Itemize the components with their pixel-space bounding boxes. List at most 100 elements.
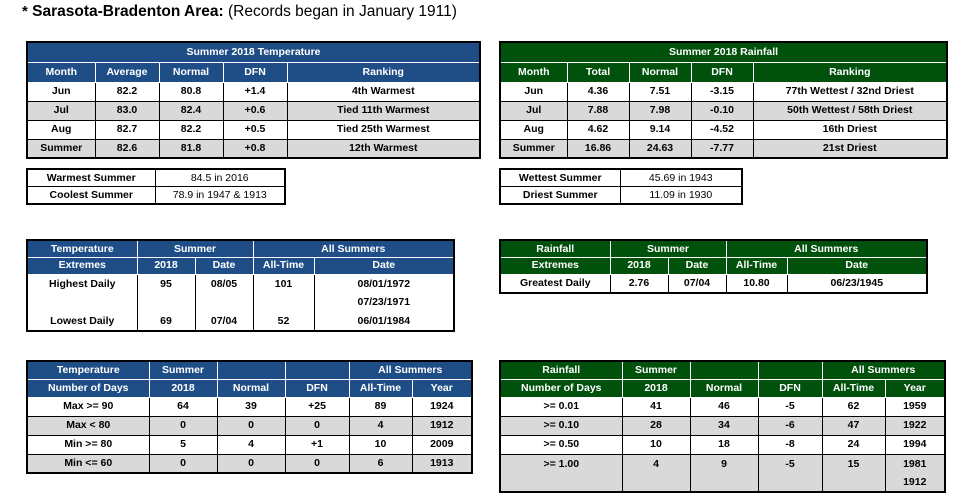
cell-normal: 34 [689, 415, 759, 436]
table-row: >= 1.00 4 9 -5 15 1981 [499, 453, 946, 473]
location-name: Sarasota-Bradenton Area: [32, 3, 224, 20]
cell-2018: 28 [621, 415, 691, 436]
cell-month: Summer [499, 138, 568, 159]
table-row: Jul 83.0 82.4 +0.6 Tied 11th Warmest [26, 100, 481, 121]
cell-date: 07/04 [194, 312, 254, 332]
col-header-alltime-date: Date [786, 256, 928, 274]
cell-ranking: 12th Warmest [286, 138, 481, 159]
cell-alltime: 4 [348, 415, 413, 436]
cell-threshold: >= 0.10 [499, 415, 623, 436]
cell-threshold: >= 1.00 [499, 453, 623, 473]
warmest-summer-label: Warmest Summer [26, 168, 156, 187]
weather-summary-page: * Sarasota-Bradenton Area: (Records bega… [0, 0, 969, 502]
cell-dfn: +1.4 [222, 81, 288, 102]
extremes-corner-line2: Extremes [27, 256, 138, 274]
cell-alltime: 89 [348, 396, 413, 417]
cell-alltime: 10.80 [725, 273, 788, 294]
cell-ranking: 4th Warmest [286, 81, 481, 102]
cell-date [194, 293, 254, 312]
cell-extreme-label [26, 293, 138, 312]
cell-threshold: Max < 80 [26, 415, 150, 436]
col-header-normal: Normal [158, 61, 224, 82]
cell-year: 1994 [884, 434, 946, 455]
cell-ranking: 21st Driest [752, 138, 948, 159]
table-row: Min >= 80 5 4 +1 10 2009 [26, 434, 473, 455]
cell-alltime [252, 293, 315, 312]
cell-extreme-label: Lowest Daily [26, 312, 138, 332]
group-header-all-summers: All Summers [252, 240, 455, 258]
rainfall-summary-title: Summer 2018 Rainfall [500, 42, 948, 63]
days-corner-line2: Number of Days [500, 378, 623, 397]
cell-dfn: +25 [284, 396, 350, 417]
bullet-star: * [22, 3, 28, 20]
cell-threshold: >= 0.50 [499, 434, 623, 455]
days-corner-line1: Temperature [27, 361, 150, 380]
cell-2018: 69 [136, 312, 196, 332]
extremes-corner-line1: Rainfall [500, 240, 611, 258]
cell-average: 82.6 [94, 138, 160, 159]
cell-normal: 18 [689, 434, 759, 455]
col-header-dfn: DFN [284, 378, 350, 397]
cell-extreme-label: Highest Daily [26, 273, 138, 293]
cell-dfn: -5 [757, 396, 823, 417]
table-row: Jun 4.36 7.51 -3.15 77th Wettest / 32nd … [499, 81, 948, 102]
cell-normal: 9 [689, 453, 759, 473]
cell-month: Summer [26, 138, 96, 159]
col-header-date: Date [667, 256, 727, 274]
col-header-year: Year [884, 378, 946, 397]
list-item: Wettest Summer 45.69 in 1943 [499, 168, 743, 187]
cell-alltime-date: 06/23/1945 [786, 273, 928, 294]
cell-normal: 24.63 [628, 138, 692, 159]
table-row: Jul 7.88 7.98 -0.10 50th Wettest / 58th … [499, 100, 948, 121]
col-header-dfn: DFN [690, 61, 754, 82]
days-corner-line2: Number of Days [27, 378, 150, 397]
col-header-normal: Normal [216, 378, 286, 397]
cell-alltime: 24 [821, 434, 886, 455]
col-header-blank [689, 361, 759, 380]
cell-threshold [499, 473, 623, 493]
cell-2018: 2.76 [609, 273, 669, 294]
cell-2018: 64 [148, 396, 218, 417]
cell-dfn: +0.8 [222, 138, 288, 159]
cell-dfn: -3.15 [690, 81, 754, 102]
group-header-all-summers: All Summers [348, 361, 473, 380]
records-note: (Records began in January 1911) [227, 3, 457, 20]
cell-ranking: 16th Driest [752, 119, 948, 140]
cell-normal: 4 [216, 434, 286, 455]
col-header-2018: 2018 [609, 256, 669, 274]
cell-year: 1924 [411, 396, 473, 417]
driest-summer-value: 11.09 in 1930 [619, 186, 743, 205]
cell-normal: 0 [216, 453, 286, 474]
cell-normal: 82.2 [158, 119, 224, 140]
col-header-alltime: All-Time [348, 378, 413, 397]
col-header-2018: 2018 [148, 378, 218, 397]
cell-average: 82.2 [94, 81, 160, 102]
cell-normal: 46 [689, 396, 759, 417]
cell-alltime: 101 [252, 273, 315, 293]
table-row: Highest Daily 95 08/05 101 08/01/1972 [26, 273, 455, 293]
cell-normal: 39 [216, 396, 286, 417]
cell-threshold: Max >= 90 [26, 396, 150, 417]
cell-total: 7.88 [566, 100, 630, 121]
cell-2018: 4 [621, 453, 691, 473]
cell-year: 1959 [884, 396, 946, 417]
table-row: 1912 [499, 473, 946, 493]
col-header-blank [216, 361, 286, 380]
col-header-alltime-date: Date [313, 256, 455, 274]
table-row: Jun 82.2 80.8 +1.4 4th Warmest [26, 81, 481, 102]
cell-month: Jul [26, 100, 96, 121]
cell-2018: 5 [148, 434, 218, 455]
cell-month: Jun [499, 81, 568, 102]
cell-year: 2009 [411, 434, 473, 455]
cell-alltime: 10 [348, 434, 413, 455]
col-header-month: Month [27, 61, 96, 82]
table-row: >= 0.50 10 18 -8 24 1994 [499, 434, 946, 455]
cell-average: 82.7 [94, 119, 160, 140]
cell-dfn: +1 [284, 434, 350, 455]
cell-dfn: +0.6 [222, 100, 288, 121]
cell-2018: 41 [621, 396, 691, 417]
cell-alltime-date: 06/01/1984 [313, 312, 455, 332]
cell-2018 [136, 293, 196, 312]
group-header-all-summers: All Summers [725, 240, 928, 258]
cell-threshold: >= 0.01 [499, 396, 623, 417]
